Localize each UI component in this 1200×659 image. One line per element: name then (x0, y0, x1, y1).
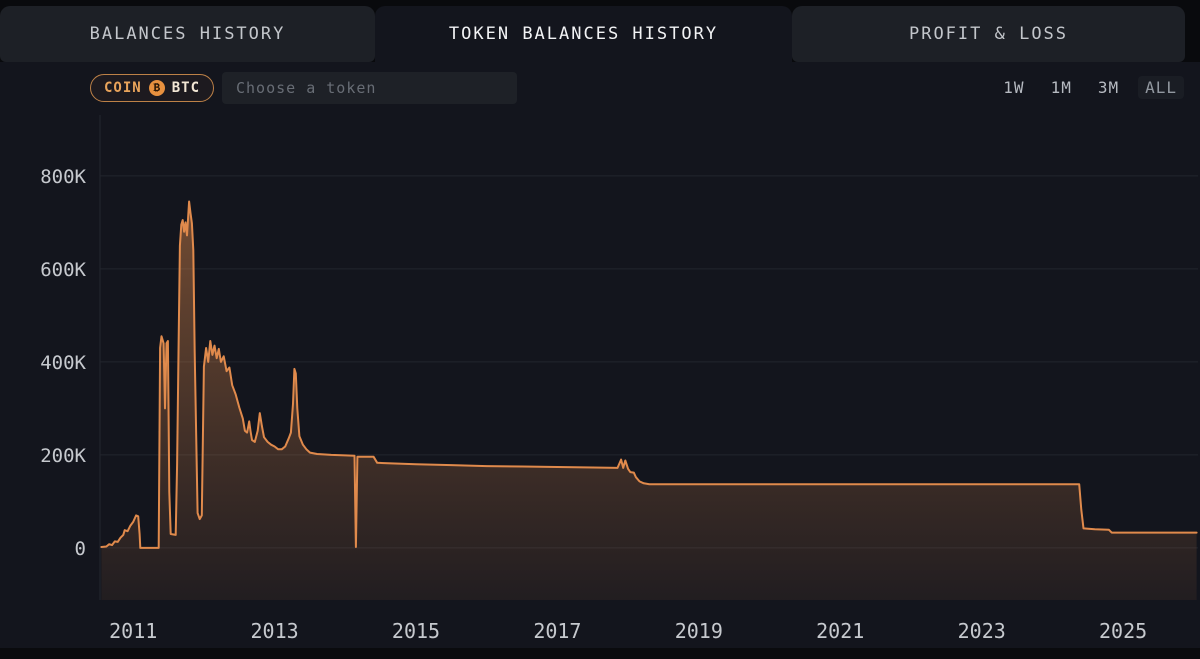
bottom-edge (0, 648, 1200, 659)
tab-token-balances-history[interactable]: TOKEN BALANCES HISTORY (375, 6, 792, 62)
range-all-button[interactable]: ALL (1138, 76, 1184, 99)
tab-label: PROFIT & LOSS (908, 24, 1069, 44)
chip-prefix-label: COIN (104, 80, 142, 96)
x-axis-label: 2019 (675, 619, 723, 643)
y-axis-label: 400K (40, 352, 86, 374)
x-axis-label: 2017 (533, 619, 581, 643)
tab-balances-history[interactable]: BALANCES HISTORY (0, 6, 375, 62)
x-axis-label: 2025 (1099, 619, 1147, 643)
x-axis-label: 2011 (109, 619, 157, 643)
token-search-input[interactable] (222, 72, 517, 104)
tab-label: TOKEN BALANCES HISTORY (448, 24, 719, 44)
range-1w-button[interactable]: 1W (996, 76, 1031, 99)
tab-profit-loss[interactable]: PROFIT & LOSS (792, 6, 1185, 62)
coin-token-chip[interactable]: COIN ₿ BTC (90, 74, 215, 102)
area-fill (101, 201, 1197, 600)
y-axis-label: 200K (40, 445, 86, 467)
y-axis-label: 600K (40, 259, 86, 281)
tab-bar: BALANCES HISTORY TOKEN BALANCES HISTORY … (0, 0, 1200, 62)
bitcoin-icon: ₿ (148, 80, 165, 96)
range-3m-button[interactable]: 3M (1091, 76, 1126, 99)
time-range-group: 1W 1M 3M ALL (996, 76, 1184, 99)
x-axis-label: 2015 (392, 619, 440, 643)
tab-label: BALANCES HISTORY (89, 24, 286, 44)
x-axis-label: 2013 (251, 619, 299, 643)
range-1m-button[interactable]: 1M (1044, 76, 1079, 99)
x-axis-label: 2021 (816, 619, 864, 643)
y-axis-label: 800K (40, 166, 86, 188)
x-axis-label: 2023 (958, 619, 1006, 643)
y-axis-label: 0 (75, 538, 86, 560)
chip-token-label: BTC (171, 80, 201, 96)
